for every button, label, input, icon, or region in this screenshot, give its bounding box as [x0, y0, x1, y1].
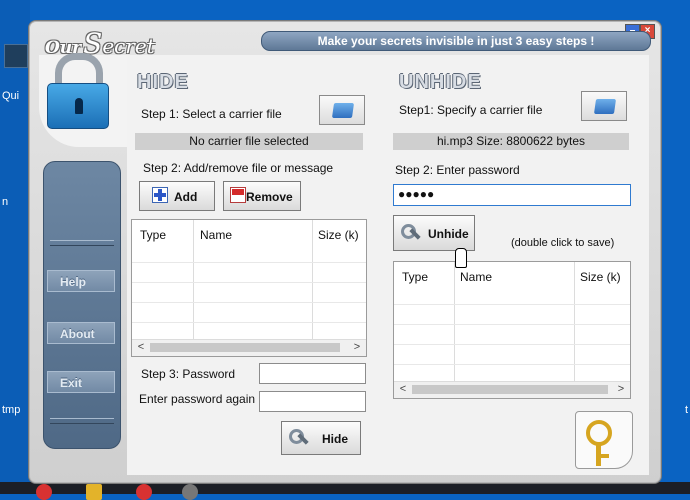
taskbar-folder-icon[interactable] [86, 484, 102, 500]
scroll-left-arrow[interactable]: < [396, 383, 410, 395]
tagline-banner: Make your secrets invisible in just 3 ea… [261, 31, 651, 51]
lock-icon [47, 83, 109, 129]
hide-step1-label: Step 1: Select a carrier file [141, 107, 282, 121]
scroll-thumb[interactable] [150, 343, 340, 352]
unhide-file-list[interactable]: Type Name Size (k) < > [393, 261, 631, 399]
sidebar: Help About Exit [43, 161, 121, 449]
unhide-button[interactable]: Unhide [393, 215, 475, 251]
folder-icon [593, 99, 617, 114]
key-icon [575, 411, 633, 469]
scroll-right-arrow[interactable]: > [350, 341, 364, 353]
row-line [394, 304, 630, 305]
hide-step2-label: Step 2: Add/remove file or message [143, 161, 334, 175]
hide-password-field[interactable] [259, 363, 366, 384]
row-line [394, 344, 630, 345]
sidebar-divider [50, 418, 114, 424]
unhide-step1-label: Step1: Specify a carrier file [399, 103, 543, 117]
row-line [132, 282, 366, 283]
scroll-right-arrow[interactable]: > [614, 383, 628, 395]
unhide-step2-label: Step 2: Enter password [395, 163, 520, 177]
unhide-col-name: Name [460, 270, 493, 284]
main-panel: HIDE Step 1: Select a carrier file No ca… [127, 55, 649, 475]
folder-icon [331, 103, 355, 118]
unhide-select-carrier-button[interactable] [581, 91, 627, 121]
hand-cursor-icon [455, 248, 467, 268]
hide-col-type: Type [140, 228, 167, 242]
hide-col-size: Size (k) [318, 228, 359, 242]
row-line [132, 302, 366, 303]
row-line [394, 324, 630, 325]
app-window: – × OurSecret Make your secrets invisibl… [28, 20, 662, 484]
scroll-thumb[interactable] [412, 385, 608, 394]
keys-icon [400, 223, 422, 245]
lock-keyhole [75, 98, 83, 114]
remove-icon [230, 187, 246, 203]
row-line [394, 364, 630, 365]
hide-heading: HIDE [137, 71, 189, 93]
desktop-right-label: t [684, 404, 688, 416]
unhide-col-size: Size (k) [580, 270, 621, 284]
help-button[interactable]: Help [47, 270, 115, 292]
sidebar-divider [50, 240, 114, 246]
hide-file-list[interactable]: Type Name Size (k) < > [131, 219, 367, 357]
hide-button-label: Hide [322, 432, 349, 446]
hide-list-scrollbar[interactable]: < > [132, 339, 366, 356]
about-button[interactable]: About [47, 322, 115, 344]
hide-step3-label: Step 3: Password [141, 367, 236, 381]
desktop-icon-label-1: Qui [2, 90, 20, 102]
keys-icon [288, 428, 310, 450]
hide-col-name: Name [200, 228, 233, 242]
hide-select-carrier-button[interactable] [319, 95, 365, 125]
hide-button[interactable]: Hide [281, 421, 361, 455]
unhide-save-hint: (double click to save) [511, 237, 615, 249]
desktop-icon-label-2: n [2, 196, 9, 208]
desktop-icon-label-3: tmp [2, 404, 21, 416]
remove-button[interactable]: Remove [223, 181, 301, 211]
desktop-left-strip [0, 0, 30, 494]
unhide-password-field[interactable]: ●●●●● [393, 184, 631, 206]
add-icon [152, 187, 168, 203]
add-button-label: Add [174, 190, 198, 204]
scroll-left-arrow[interactable]: < [134, 341, 148, 353]
hide-password-again-label: Enter password again [139, 392, 256, 406]
remove-button-label: Remove [246, 190, 293, 204]
key-tooth [601, 454, 609, 458]
unhide-col-type: Type [402, 270, 429, 284]
add-button[interactable]: Add [139, 181, 215, 211]
taskbar-browser-icon[interactable] [136, 484, 152, 500]
unhide-carrier-status: hi.mp3 Size: 8800622 bytes [393, 133, 629, 150]
unhide-heading: UNHIDE [399, 71, 482, 93]
taskbar-search-icon[interactable] [182, 484, 198, 500]
hide-password-again-field[interactable] [259, 391, 366, 412]
taskbar-app-icon[interactable] [36, 484, 52, 500]
unhide-button-label: Unhide [428, 227, 469, 241]
row-line [132, 322, 366, 323]
unhide-list-scrollbar[interactable]: < > [394, 381, 630, 398]
desktop-app-icon[interactable] [4, 44, 28, 68]
exit-button[interactable]: Exit [47, 371, 115, 393]
row-line [132, 262, 366, 263]
hide-carrier-status: No carrier file selected [135, 133, 363, 150]
